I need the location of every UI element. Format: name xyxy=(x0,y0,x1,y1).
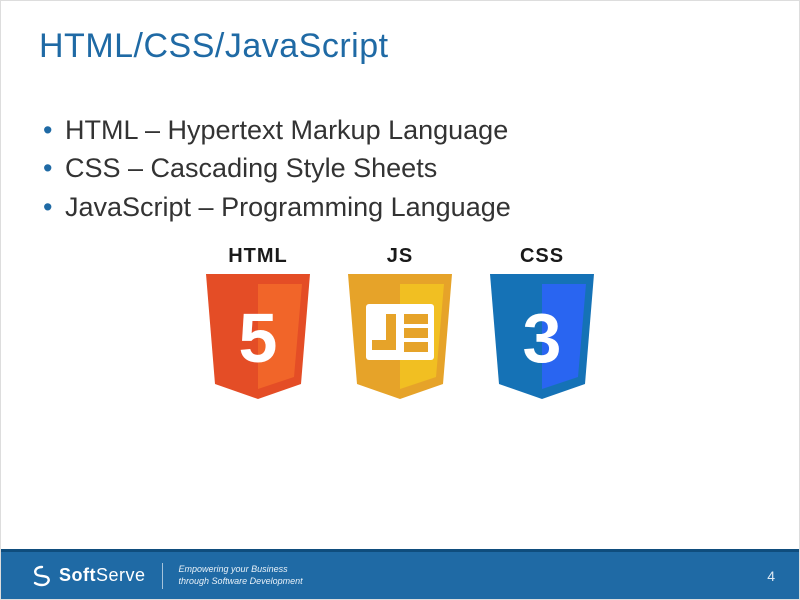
slide: HTML/CSS/JavaScript HTML – Hypertext Mar… xyxy=(0,0,800,600)
brand-prefix: Soft xyxy=(59,565,96,585)
js-label: JS xyxy=(387,245,413,268)
bullet-item: HTML – Hypertext Markup Language xyxy=(43,112,799,148)
logo-row: HTML 5 JS CSS xyxy=(1,245,799,404)
footer-tagline: Empowering your Business through Softwar… xyxy=(179,564,303,587)
html5-shield-icon: 5 xyxy=(198,274,318,404)
js-shield-icon xyxy=(340,274,460,404)
tagline-line1: Empowering your Business xyxy=(179,564,303,575)
bullet-item: CSS – Cascading Style Sheets xyxy=(43,150,799,186)
slide-footer: SoftServe Empowering your Business throu… xyxy=(1,549,799,599)
tagline-line2: through Software Development xyxy=(179,576,303,587)
brand-name: SoftServe xyxy=(59,565,146,586)
css3-shield-icon: 3 xyxy=(482,274,602,404)
css3-logo: CSS 3 xyxy=(482,245,602,404)
brand-block: SoftServe xyxy=(31,565,146,587)
css3-digit: 3 xyxy=(523,299,562,377)
html5-digit: 5 xyxy=(239,299,278,377)
html-label: HTML xyxy=(228,245,288,268)
bullet-list: HTML – Hypertext Markup Language CSS – C… xyxy=(43,112,799,225)
bullet-item: JavaScript – Programming Language xyxy=(43,189,799,225)
html5-logo: HTML 5 xyxy=(198,245,318,404)
brand-suffix: Serve xyxy=(96,565,146,585)
slide-title: HTML/CSS/JavaScript xyxy=(1,1,799,66)
js-logo: JS xyxy=(340,245,460,404)
page-number: 4 xyxy=(767,568,775,584)
css-label: CSS xyxy=(520,245,564,268)
footer-separator xyxy=(162,563,163,589)
softserve-swirl-icon xyxy=(31,565,53,587)
